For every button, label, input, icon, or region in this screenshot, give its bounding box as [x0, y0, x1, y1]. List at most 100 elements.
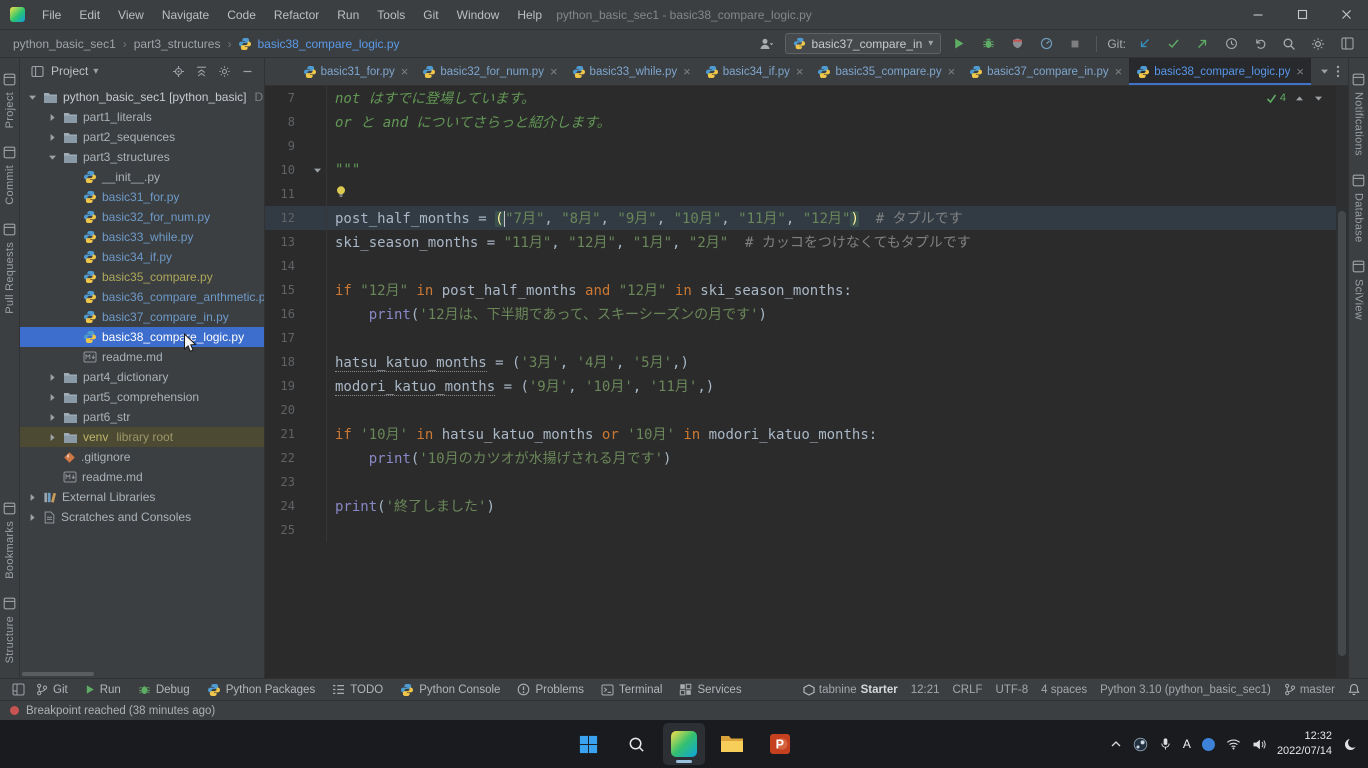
code-line[interactable]: 13ski_season_months = "11月", "12月", "1月"…	[265, 230, 1336, 254]
tree-item[interactable]: venv library root	[20, 427, 264, 447]
toolwindow-button-sciview[interactable]: SciView	[1352, 260, 1365, 320]
profiler-button[interactable]	[1035, 33, 1057, 55]
search-everywhere-button[interactable]	[1278, 33, 1300, 55]
close-button[interactable]	[1324, 0, 1368, 29]
menu-view[interactable]: View	[109, 0, 153, 29]
breadcrumb-item[interactable]: python_basic_sec1	[10, 36, 119, 52]
toolwindow-python-console[interactable]: Python Console	[400, 683, 500, 697]
toolwindow-python-packages[interactable]: Python Packages	[207, 683, 316, 697]
line-number[interactable]: 24	[265, 499, 295, 513]
tree-item[interactable]: basic37_compare_in.py	[20, 307, 264, 327]
python-interpreter[interactable]: Python 3.10 (python_basic_sec1)	[1100, 684, 1271, 696]
tree-item[interactable]: part4_dictionary	[20, 367, 264, 387]
menu-git[interactable]: Git	[414, 0, 447, 29]
menu-window[interactable]: Window	[448, 0, 509, 29]
toolwindow-git[interactable]: Git	[36, 683, 68, 697]
tab-close-icon[interactable]: ×	[796, 64, 804, 79]
tree-item[interactable]: __init__.py	[20, 167, 264, 187]
hidden-tabs-chevron-icon[interactable]	[1319, 66, 1330, 77]
toolwindow-button-commit[interactable]: Commit	[3, 146, 16, 205]
tab-options-kebab-icon[interactable]	[1336, 65, 1340, 78]
taskbar-search-icon[interactable]	[615, 723, 657, 765]
minimize-button[interactable]	[1236, 0, 1280, 29]
run-button[interactable]	[948, 33, 970, 55]
tab-close-icon[interactable]: ×	[550, 64, 558, 79]
tab-close-icon[interactable]: ×	[1115, 64, 1123, 79]
tree-item[interactable]: part5_comprehension	[20, 387, 264, 407]
wifi-icon[interactable]	[1226, 738, 1241, 750]
tree-item[interactable]: basic32_for_num.py	[20, 207, 264, 227]
line-number[interactable]: 17	[265, 331, 295, 345]
tree-item[interactable]: part6_str	[20, 407, 264, 427]
horizontal-scrollbar[interactable]	[22, 672, 94, 676]
tree-item[interactable]: readme.md	[20, 347, 264, 367]
line-number[interactable]: 23	[265, 475, 295, 489]
tree-item[interactable]: basic36_compare_anthmetic.py	[20, 287, 264, 307]
caret-position[interactable]: 12:21	[911, 684, 940, 696]
line-number[interactable]: 16	[265, 307, 295, 321]
indent-style[interactable]: 4 spaces	[1041, 684, 1087, 696]
tree-item[interactable]: basic35_compare.py	[20, 267, 264, 287]
tree-item[interactable]: basic34_if.py	[20, 247, 264, 267]
breadcrumb-item[interactable]: part3_structures	[131, 36, 224, 52]
menu-refactor[interactable]: Refactor	[265, 0, 328, 29]
tree-item[interactable]: part3_structures	[20, 147, 264, 167]
tree-item[interactable]: basic38_compare_logic.py	[20, 327, 264, 347]
menu-help[interactable]: Help	[508, 0, 551, 29]
line-number[interactable]: 15	[265, 283, 295, 297]
notifications-bell-icon[interactable]	[1348, 683, 1360, 696]
toolwindow-services[interactable]: Services	[679, 683, 741, 697]
coverage-button[interactable]	[1006, 33, 1028, 55]
tree-item[interactable]: .gitignore	[20, 447, 264, 467]
menu-run[interactable]: Run	[328, 0, 368, 29]
tree-item[interactable]: part2_sequences	[20, 127, 264, 147]
code-line[interactable]: 17	[265, 326, 1336, 350]
code-line[interactable]: 16 print('12月は、下半期であって、スキーシーズンの月です')	[265, 302, 1336, 326]
line-number[interactable]: 11	[265, 187, 295, 201]
scrollbar-thumb[interactable]	[1338, 211, 1346, 656]
toolwindow-run[interactable]: Run	[85, 683, 121, 697]
editor-tab[interactable]: basic35_compare.py×	[810, 58, 962, 85]
toolwindow-debug[interactable]: Debug	[138, 683, 190, 697]
toolwindow-button-structure[interactable]: Structure	[3, 597, 16, 663]
pycharm-logo-icon[interactable]	[10, 7, 25, 22]
taskbar-powerpoint-icon[interactable]: P	[759, 723, 801, 765]
inspections-ok[interactable]: 4	[1266, 92, 1286, 104]
code-line[interactable]: 7not はすでに登場しています。	[265, 86, 1336, 110]
toolwindow-problems[interactable]: Problems	[517, 683, 584, 697]
tab-close-icon[interactable]: ×	[401, 64, 409, 79]
code-line[interactable]: 15if "12月" in post_half_months and "12月"…	[265, 278, 1336, 302]
code-line[interactable]: 8or と and についてさらっと紹介します。	[265, 110, 1336, 134]
collapse-all-button[interactable]	[192, 62, 210, 80]
line-number[interactable]: 9	[265, 139, 295, 153]
line-number[interactable]: 21	[265, 427, 295, 441]
code-line[interactable]: 12post_half_months = ("7月", "8月", "9月", …	[265, 206, 1336, 230]
line-separator[interactable]: CRLF	[952, 684, 982, 696]
settings-gear-icon[interactable]	[1307, 33, 1329, 55]
cortana-icon[interactable]	[1202, 738, 1215, 751]
git-branch-widget[interactable]: master	[1284, 683, 1335, 696]
code-line[interactable]: 9	[265, 134, 1336, 158]
toolwindow-switcher-icon[interactable]	[8, 683, 28, 696]
debug-button[interactable]	[977, 33, 999, 55]
tree-item[interactable]: python_basic_sec1 [python_basic] D:\	[20, 87, 264, 107]
editor-tab[interactable]: basic34_if.py×	[698, 58, 811, 85]
code-editor[interactable]: 7not はすでに登場しています。8or と and についてさらっと紹介します…	[265, 86, 1348, 678]
locate-file-button[interactable]	[169, 62, 187, 80]
tab-close-icon[interactable]: ×	[948, 64, 956, 79]
project-panel-title[interactable]: Project	[51, 64, 88, 78]
menu-navigate[interactable]: Navigate	[153, 0, 218, 29]
menu-code[interactable]: Code	[218, 0, 265, 29]
line-number[interactable]: 12	[265, 211, 295, 225]
editor-scrollbar[interactable]	[1336, 86, 1348, 678]
run-configuration-select[interactable]: basic37_compare_in ▾	[785, 33, 942, 54]
hide-panel-button[interactable]	[238, 62, 256, 80]
toolwindow-todo[interactable]: TODO	[332, 683, 383, 697]
file-encoding[interactable]: UTF-8	[996, 684, 1029, 696]
tray-chevron-up-icon[interactable]	[1110, 739, 1122, 749]
stop-button[interactable]	[1064, 33, 1086, 55]
rollback-button[interactable]	[1249, 33, 1271, 55]
tree-item[interactable]: basic33_while.py	[20, 227, 264, 247]
code-line[interactable]: 25	[265, 518, 1336, 542]
toolwindow-terminal[interactable]: Terminal	[601, 683, 662, 697]
